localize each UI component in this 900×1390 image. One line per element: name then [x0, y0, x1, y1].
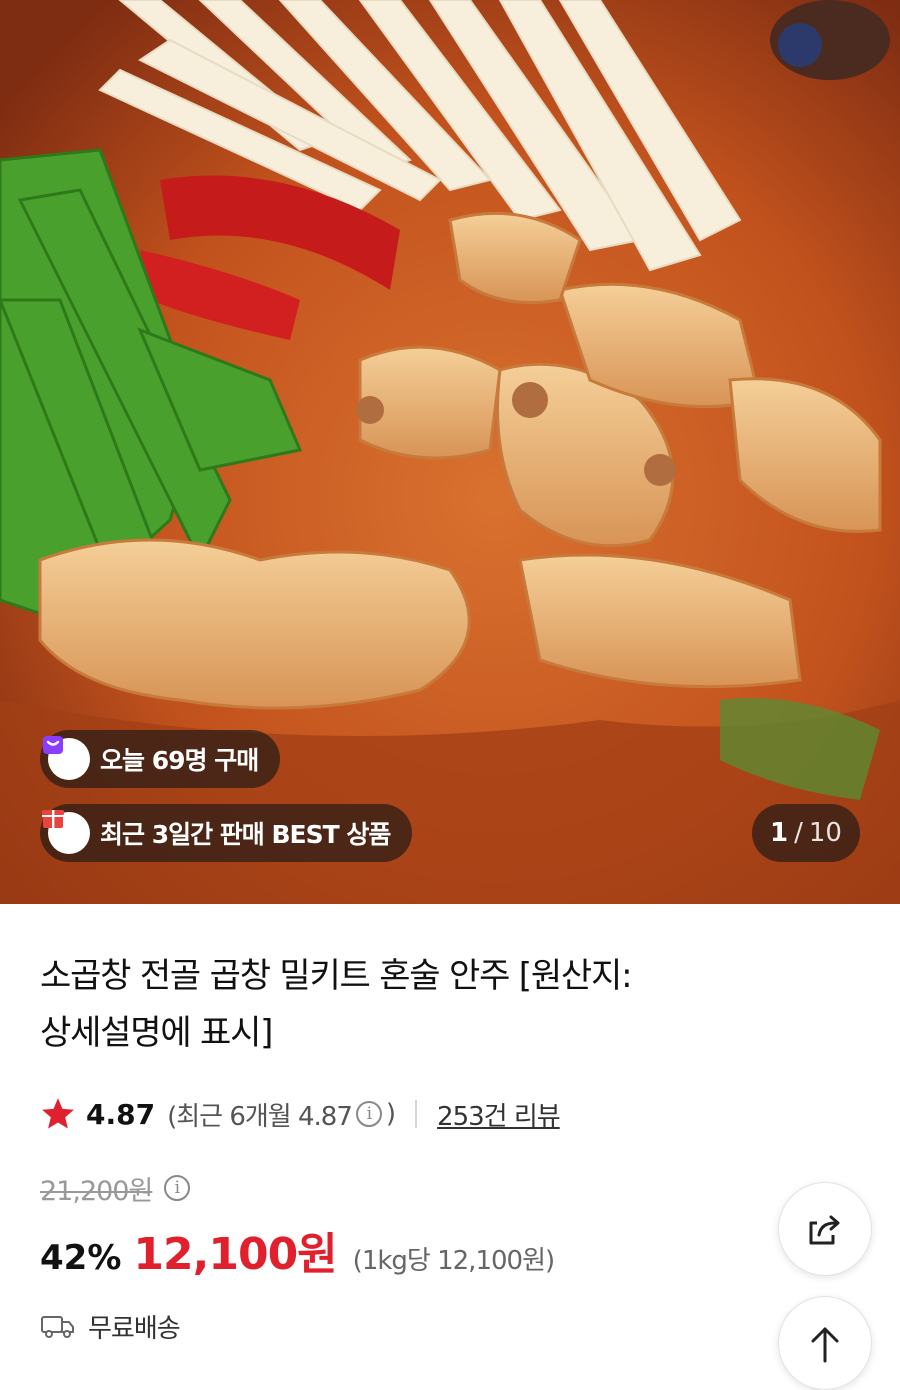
- star-icon: [42, 1098, 74, 1129]
- shopping-bag-icon: [43, 736, 90, 780]
- image-counter-separator: /: [794, 818, 803, 848]
- image-counter-total: 10: [808, 818, 842, 848]
- arrow-up-icon: [811, 1327, 839, 1363]
- unit-price: (1kg당 12,100원): [352, 1246, 555, 1276]
- rating-recent: (최근 6개월 4.87 i ): [167, 1096, 396, 1133]
- review-count-link[interactable]: 253건 리뷰: [437, 1096, 561, 1133]
- product-title-line2: 상세설명에 표시]: [40, 1013, 273, 1053]
- rating-row: 4.87 (최근 6개월 4.87 i ) 253건 리뷰: [40, 1090, 561, 1138]
- product-image[interactable]: 오늘 69명 구매 최근 3일간 판매 BEST 상품 1 / 10: [0, 0, 900, 904]
- rating-info-icon[interactable]: i: [355, 1101, 382, 1127]
- price-info-icon[interactable]: i: [164, 1175, 191, 1201]
- sale-price: 12,100원: [133, 1229, 337, 1280]
- scroll-top-button[interactable]: [778, 1296, 872, 1390]
- best-seller-badge: 최근 3일간 판매 BEST 상품: [40, 804, 413, 862]
- product-title-line1: 소곱창 전골 곱창 밀키트 혼술 안주 [원산지:: [40, 956, 633, 996]
- today-purchase-badge: 오늘 69명 구매: [40, 730, 281, 788]
- product-title: 소곱창 전골 곱창 밀키트 혼술 안주 [원산지: 상세설명에 표시]: [40, 948, 760, 1062]
- rating-recent-close: ): [385, 1099, 396, 1129]
- original-price-row: 21,200원 i: [40, 1166, 194, 1210]
- image-counter-current: 1: [770, 818, 789, 848]
- truck-icon: [41, 1316, 74, 1338]
- original-price: 21,200원: [40, 1175, 153, 1207]
- rating-divider: [415, 1100, 418, 1128]
- rating-value: 4.87: [86, 1097, 156, 1131]
- gift-box-icon: [42, 810, 90, 854]
- today-purchase-text: 오늘 69명 구매: [100, 746, 259, 775]
- share-button[interactable]: [778, 1182, 872, 1276]
- rating-recent-text: (최근 6개월 4.87: [167, 1101, 353, 1132]
- image-counter: 1 / 10: [752, 804, 860, 862]
- sale-price-row: 42% 12,100원 (1kg당 12,100원): [40, 1218, 555, 1280]
- discount-rate: 42%: [40, 1238, 122, 1278]
- share-icon: [809, 1215, 840, 1245]
- best-seller-text: 최근 3일간 판매 BEST 상품: [100, 820, 391, 849]
- shipping-row: 무료배송: [40, 1304, 181, 1348]
- shipping-label: 무료배송: [88, 1313, 181, 1344]
